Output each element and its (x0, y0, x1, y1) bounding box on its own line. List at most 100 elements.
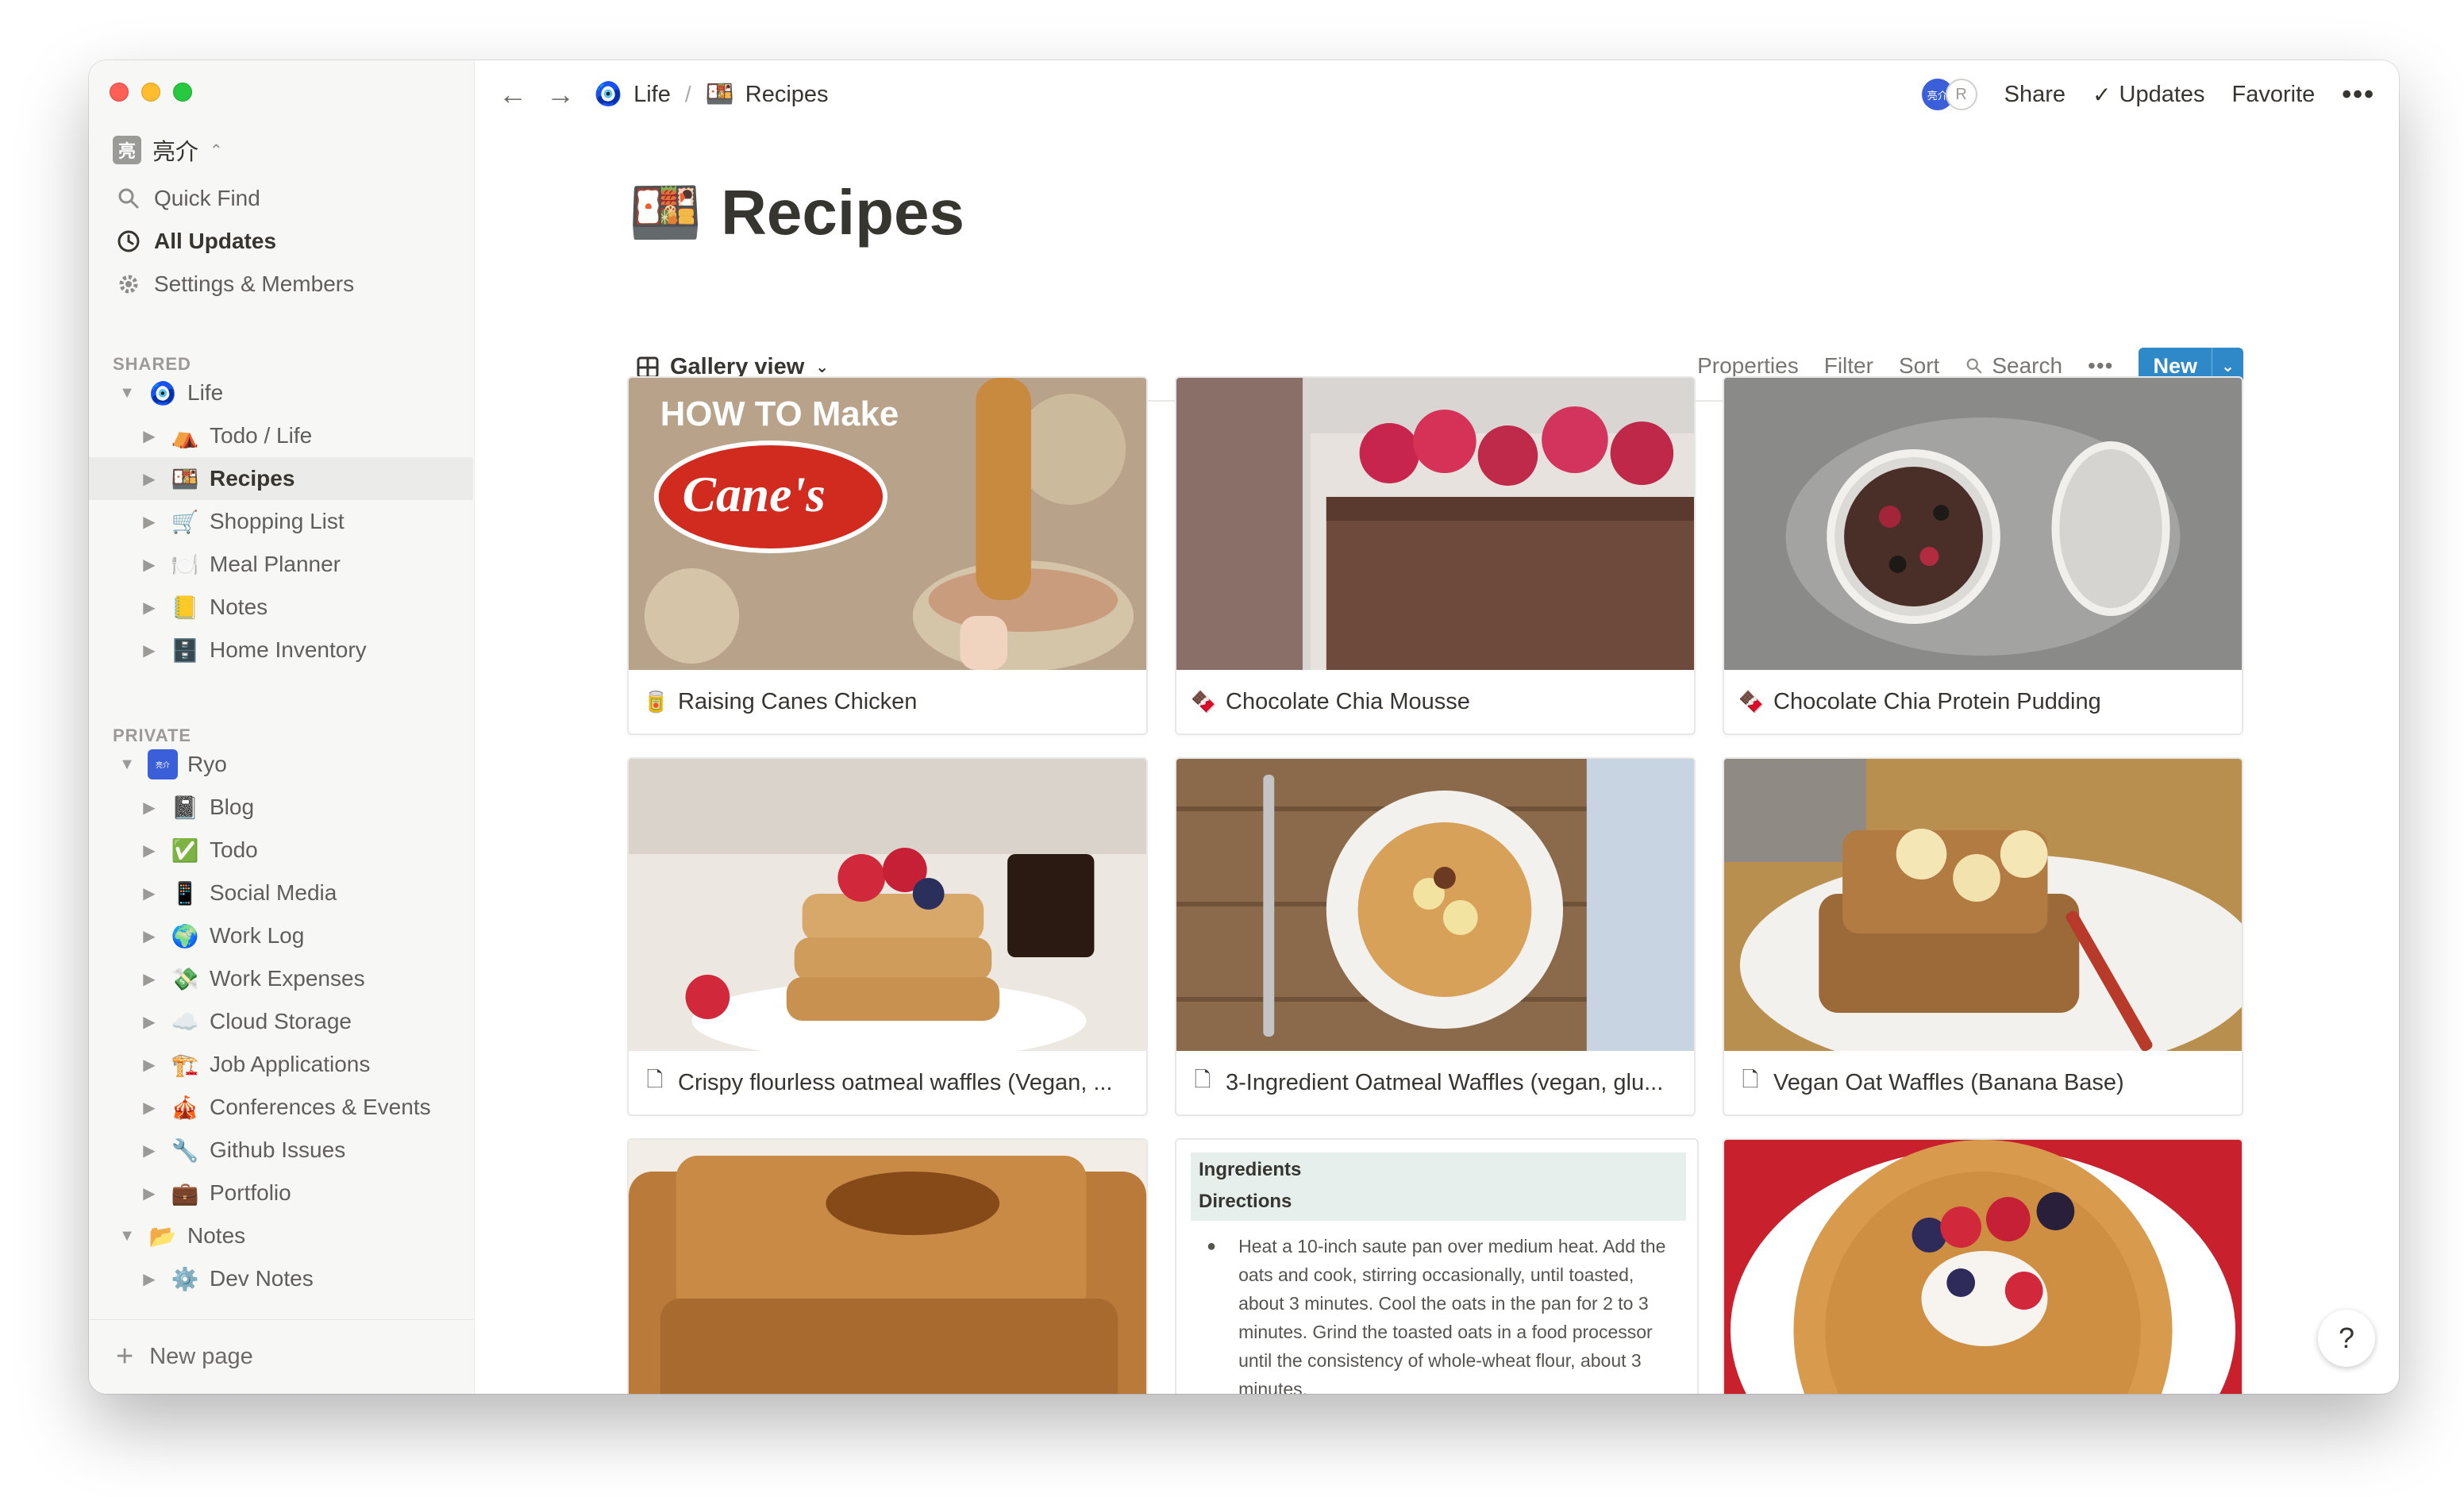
directions-step: Heat a 10-inch saute pan over medium hea… (1238, 1236, 1666, 1394)
expand-triangle-icon[interactable]: ▶ (140, 1098, 159, 1118)
search-button[interactable]: Search (1965, 353, 2062, 379)
expand-triangle-icon[interactable]: ▶ (140, 1141, 159, 1160)
sidebar-item-label: Notes (210, 595, 268, 619)
sidebar-item-job-applications[interactable]: ▶ 🏗️ Job Applications (89, 1043, 473, 1086)
sidebar-item-cloud-storage[interactable]: ▶ ☁️ Cloud Storage (89, 1000, 473, 1043)
collapse-triangle-icon[interactable]: ▼ (117, 1227, 137, 1245)
sidebar-item-todo[interactable]: ▶ ✅ Todo (89, 829, 473, 872)
sidebar-item-home-inventory[interactable]: ▶ 🗄️ Home Inventory (89, 629, 473, 672)
sidebar-item-label: Todo / Life (210, 423, 313, 448)
expand-triangle-icon[interactable]: ▶ (140, 641, 159, 660)
gallery-card-recipe-text[interactable]: Ingredients Directions ● Heat a 10-inch … (1175, 1138, 1699, 1394)
expand-triangle-icon[interactable]: ▶ (140, 969, 159, 989)
sidebar-item-todo-life[interactable]: ▶ ⛺ Todo / Life (89, 414, 473, 457)
gallery-card-raising-canes[interactable]: HOW TO Make Cane's 🥫 Raising Canes Chick… (627, 376, 1148, 735)
card-caption: 🗋 Crispy flourless oatmeal waffles (Vega… (629, 1051, 1146, 1114)
zoom-window-button[interactable] (173, 83, 192, 102)
expand-triangle-icon[interactable]: ▶ (140, 426, 159, 446)
quick-find-button[interactable]: Quick Find (116, 186, 260, 211)
sidebar-item-ryo[interactable]: ▼ 亮介 Ryo (89, 743, 473, 786)
sidebar-item-conferences-events[interactable]: ▶ 🎪 Conferences & Events (89, 1086, 473, 1129)
sidebar-item-recipes[interactable]: ▶ 🍱 Recipes (89, 457, 473, 500)
collapse-triangle-icon[interactable]: ▼ (117, 384, 137, 402)
expand-triangle-icon[interactable]: ▶ (140, 1055, 159, 1075)
updates-button[interactable]: ✓ Updates (2092, 82, 2204, 108)
settings-members-button[interactable]: Settings & Members (116, 271, 354, 297)
expand-triangle-icon[interactable]: ▶ (140, 469, 159, 489)
minimize-window-button[interactable] (141, 83, 160, 102)
expand-triangle-icon[interactable]: ▶ (140, 1269, 159, 1289)
sidebar-item-work-expenses[interactable]: ▶ 💸 Work Expenses (89, 957, 473, 1000)
sidebar-item-blog[interactable]: ▶ 📓 Blog (89, 786, 473, 829)
bento-icon: 🍱 (171, 466, 199, 491)
back-arrow-icon[interactable]: ← (499, 78, 527, 111)
filter-button[interactable]: Filter (1824, 353, 1873, 379)
sidebar-item-social-media[interactable]: ▶ 📱 Social Media (89, 872, 473, 914)
all-updates-button[interactable]: All Updates (116, 229, 276, 254)
expand-triangle-icon[interactable]: ▶ (140, 598, 159, 618)
expand-triangle-icon[interactable]: ▶ (140, 926, 159, 946)
card-emoji-icon: 🥫 (643, 689, 669, 714)
expand-triangle-icon[interactable]: ▶ (140, 1183, 159, 1203)
sidebar-item-label: Blog (210, 795, 255, 819)
expand-triangle-icon[interactable]: ▶ (140, 1012, 159, 1032)
sidebar-item-label: Portfolio (210, 1180, 291, 1205)
close-window-button[interactable] (110, 83, 129, 102)
breadcrumb-life[interactable]: 🧿 Life (594, 81, 671, 108)
more-options-icon[interactable]: ••• (2342, 79, 2375, 110)
new-page-button[interactable]: + New page (89, 1319, 473, 1394)
share-button[interactable]: Share (2004, 82, 2066, 108)
tenders-photo: HOW TO Make Cane's (629, 378, 1146, 670)
properties-button[interactable]: Properties (1697, 353, 1799, 379)
expand-triangle-icon[interactable]: ▶ (140, 555, 159, 575)
gallery-card-syrup-waffles[interactable] (627, 1138, 1148, 1394)
search-icon (118, 188, 139, 209)
notebook-icon: 📒 (171, 595, 199, 620)
sidebar-item-dev-notes[interactable]: ▶ ⚙️ Dev Notes (89, 1257, 473, 1300)
sort-button[interactable]: Sort (1899, 353, 1939, 379)
gallery-card-chia-pudding[interactable]: 🍫 Chocolate Chia Protein Pudding (1723, 376, 2243, 735)
help-button[interactable]: ? (2318, 1310, 2375, 1367)
card-title: Vegan Oat Waffles (Banana Base) (1773, 1069, 2124, 1095)
workspace-switcher[interactable]: 亮 亮介 ⌃ (113, 133, 223, 167)
banana-waffle-photo (1724, 759, 2242, 1051)
gallery-card-chia-mousse[interactable]: 🍫 Chocolate Chia Mousse (1175, 376, 1696, 735)
gallery-card-berry-waffles[interactable] (1723, 1138, 2243, 1394)
sidebar-item-notes-private[interactable]: ▼ 📂 Notes (89, 1214, 473, 1257)
clock-icon (117, 230, 140, 252)
gallery-grid-icon (637, 356, 659, 378)
gallery-card-3-ingredient-waffles[interactable]: 🗋 3-Ingredient Oatmeal Waffles (vegan, g… (1175, 757, 1696, 1116)
cart-icon: 🛒 (171, 509, 199, 534)
expand-triangle-icon[interactable]: ▶ (140, 798, 159, 818)
expand-triangle-icon[interactable]: ▶ (140, 512, 159, 532)
gallery-card-crispy-waffles[interactable]: 🗋 Crispy flourless oatmeal waffles (Vega… (627, 757, 1148, 1116)
settings-members-label: Settings & Members (154, 271, 355, 296)
gallery-card-vegan-oat-waffles[interactable]: 🗋 Vegan Oat Waffles (Banana Base) (1723, 757, 2243, 1116)
collapse-triangle-icon[interactable]: ▼ (117, 756, 137, 774)
sidebar-item-github-issues[interactable]: ▶ 🔧 Github Issues (89, 1129, 473, 1172)
briefcase-icon: 💼 (171, 1180, 199, 1206)
more-view-options-icon[interactable]: ••• (2088, 353, 2113, 379)
sidebar-item-label: Life (187, 380, 224, 405)
breadcrumb-recipes[interactable]: 🍱 Recipes (706, 81, 829, 108)
page-title-text[interactable]: Recipes (721, 176, 964, 249)
sidebar-item-portfolio[interactable]: ▶ 💼 Portfolio (89, 1172, 473, 1214)
collaborator-avatars[interactable]: 亮介 R (1921, 79, 1977, 110)
topbar: ← → 🧿 Life / 🍱 Recipes 亮介 R Share ✓ Upda… (475, 60, 2399, 129)
sidebar-item-work-log[interactable]: ▶ 🌍 Work Log (89, 914, 473, 957)
avatar: R (1945, 79, 1977, 110)
ingredients-heading: Ingredients (1191, 1153, 1686, 1187)
wrench-icon: 🔧 (171, 1137, 199, 1163)
sidebar-item-shopping-list[interactable]: ▶ 🛒 Shopping List (89, 500, 473, 543)
sidebar-item-meal-planner[interactable]: ▶ 🍽️ Meal Planner (89, 543, 473, 586)
sidebar-item-life[interactable]: ▼ 🧿 Life (89, 371, 473, 414)
expand-triangle-icon[interactable]: ▶ (140, 883, 159, 903)
sidebar-item-notes[interactable]: ▶ 📒 Notes (89, 586, 473, 629)
favorite-button[interactable]: Favorite (2232, 82, 2316, 108)
forward-arrow-icon[interactable]: → (546, 78, 575, 111)
checkbox-icon: ✅ (171, 837, 199, 863)
bento-icon[interactable]: 🍱 (629, 179, 702, 248)
all-updates-label: All Updates (154, 229, 277, 253)
expand-triangle-icon[interactable]: ▶ (140, 841, 159, 860)
page-icon: 🗋 (1194, 1068, 1211, 1091)
